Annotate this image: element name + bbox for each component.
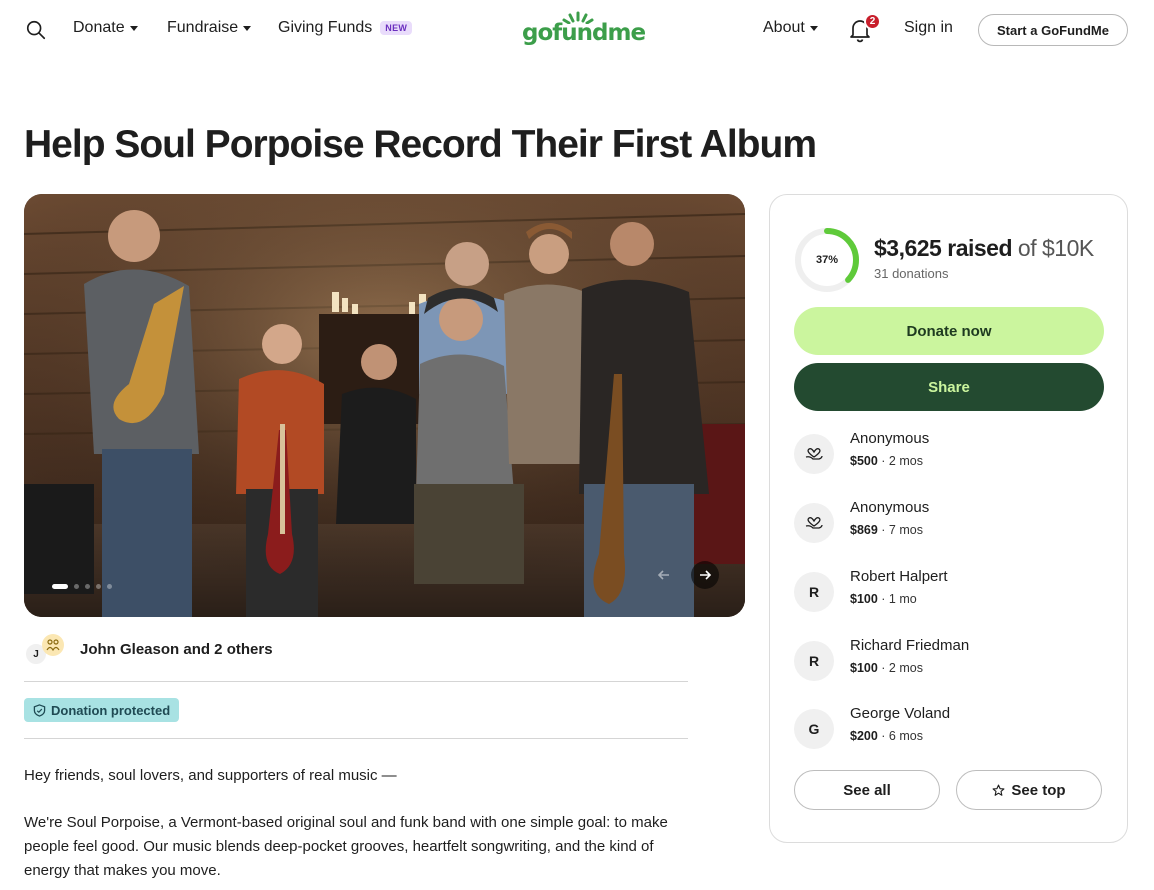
donor-meta: $200 · 6 mos bbox=[850, 729, 923, 743]
nav-fundraise-menu[interactable]: Fundraise bbox=[167, 19, 252, 37]
donor-amount: $500 bbox=[850, 454, 878, 468]
donor-name: George Voland bbox=[850, 705, 951, 722]
chevron-down-icon bbox=[809, 26, 818, 31]
arrow-right-icon bbox=[700, 570, 712, 580]
donor-avatar: R bbox=[794, 572, 834, 612]
carousel-next-button[interactable] bbox=[691, 561, 719, 589]
donor-time: · 1 mo bbox=[881, 592, 917, 606]
share-button[interactable]: Share bbox=[794, 363, 1104, 411]
donor-row: Anonymous $500 · 2 mos bbox=[794, 430, 1104, 474]
story-paragraph: We're Soul Porpoise, a Vermont-based ori… bbox=[24, 814, 668, 879]
nav-donate-menu[interactable]: Donate bbox=[73, 19, 138, 37]
donor-name: Robert Halpert bbox=[850, 568, 948, 585]
donor-amount: $100 bbox=[850, 592, 878, 606]
donor-time: · 6 mos bbox=[881, 729, 923, 743]
goal-amount: $10K bbox=[1041, 235, 1094, 261]
donor-row: R Richard Friedman $100 · 2 mos bbox=[794, 637, 1104, 681]
band-photo-image bbox=[24, 194, 745, 617]
carousel-indicators bbox=[52, 584, 112, 589]
shield-icon bbox=[33, 703, 46, 717]
goal-of: of bbox=[1017, 235, 1037, 261]
gofundme-logo[interactable]: gofundme bbox=[520, 10, 646, 50]
donor-name: Richard Friedman bbox=[850, 637, 970, 654]
carousel-dot[interactable] bbox=[96, 584, 101, 589]
chevron-down-icon bbox=[129, 26, 138, 31]
donor-row: Anonymous $869 · 7 mos bbox=[794, 499, 1104, 543]
donor-time: · 7 mos bbox=[881, 523, 923, 537]
nav-giving-funds-link[interactable]: Giving Funds NEW bbox=[278, 19, 413, 37]
divider bbox=[24, 681, 688, 682]
amount-raised: $3,625 raised of $10K bbox=[874, 235, 1094, 262]
donor-name: Anonymous bbox=[850, 499, 930, 516]
donor-avatar: G bbox=[794, 709, 834, 749]
nav-about-menu[interactable]: About bbox=[763, 19, 818, 37]
donate-now-button[interactable]: Donate now bbox=[794, 307, 1104, 355]
start-gofundme-button[interactable]: Start a GoFundMe bbox=[978, 14, 1128, 46]
heart-hand-icon bbox=[805, 448, 823, 460]
donor-amount: $869 bbox=[850, 523, 878, 537]
donor-meta: $869 · 7 mos bbox=[850, 523, 923, 537]
donation-count: 31 donations bbox=[874, 266, 949, 281]
carousel-dot[interactable] bbox=[85, 584, 90, 589]
donor-time: · 2 mos bbox=[881, 454, 923, 468]
search-icon[interactable] bbox=[25, 19, 47, 41]
donor-row: G George Voland $200 · 6 mos bbox=[794, 705, 1104, 749]
see-all-button[interactable]: See all bbox=[794, 770, 940, 810]
new-badge: NEW bbox=[380, 21, 413, 35]
donor-meta: $100 · 2 mos bbox=[850, 661, 923, 675]
campaign-photo[interactable] bbox=[24, 194, 745, 617]
top-navigation: Donate Fundraise Giving Funds NEW gofund… bbox=[0, 0, 1154, 60]
star-icon bbox=[992, 784, 1005, 796]
carousel-dot[interactable] bbox=[52, 584, 68, 589]
divider bbox=[24, 738, 688, 739]
donor-time: · 2 mos bbox=[881, 661, 923, 675]
story-paragraph: Hey friends, soul lovers, and supporters… bbox=[24, 767, 397, 784]
nav-about-label: About bbox=[763, 19, 805, 36]
nav-donate-label: Donate bbox=[73, 19, 125, 36]
nav-giving-funds-label: Giving Funds bbox=[278, 19, 373, 36]
donor-meta: $100 · 1 mo bbox=[850, 592, 917, 606]
heart-hand-icon bbox=[805, 517, 823, 529]
donor-amount: $200 bbox=[850, 729, 878, 743]
progress-percent: 37% bbox=[815, 254, 839, 266]
donor-meta: $500 · 2 mos bbox=[850, 454, 923, 468]
see-top-button[interactable]: See top bbox=[956, 770, 1102, 810]
logo-text: gofundme bbox=[522, 20, 646, 46]
donor-avatar: R bbox=[794, 641, 834, 681]
carousel-dot[interactable] bbox=[74, 584, 79, 589]
chevron-down-icon bbox=[243, 26, 252, 31]
raised-amount: $3,625 raised bbox=[874, 235, 1013, 261]
see-all-label: See all bbox=[843, 781, 891, 799]
donation-sidebar: 37% $3,625 raised of $10K 31 donations D… bbox=[769, 194, 1128, 843]
carousel-dot[interactable] bbox=[107, 584, 112, 589]
donor-name: Anonymous bbox=[850, 430, 930, 447]
donation-protected-label: Donation protected bbox=[51, 702, 171, 718]
donation-protected-badge[interactable]: Donation protected bbox=[24, 698, 180, 722]
donor-amount: $100 bbox=[850, 661, 878, 675]
arrow-left-icon bbox=[657, 570, 669, 580]
campaign-title: Help Soul Porpoise Record Their First Al… bbox=[24, 123, 817, 166]
donor-row: R Robert Halpert $100 · 1 mo bbox=[794, 568, 1104, 612]
sign-in-link[interactable]: Sign in bbox=[904, 19, 953, 37]
donor-avatar bbox=[794, 503, 834, 543]
team-icon bbox=[42, 634, 64, 656]
notification-badge: 2 bbox=[864, 13, 881, 30]
organizer-name[interactable]: John Gleason and 2 others bbox=[80, 641, 273, 658]
carousel-prev-button[interactable] bbox=[650, 561, 678, 589]
see-top-label: See top bbox=[1011, 781, 1066, 799]
nav-fundraise-label: Fundraise bbox=[167, 19, 239, 36]
donor-avatar bbox=[794, 434, 834, 474]
